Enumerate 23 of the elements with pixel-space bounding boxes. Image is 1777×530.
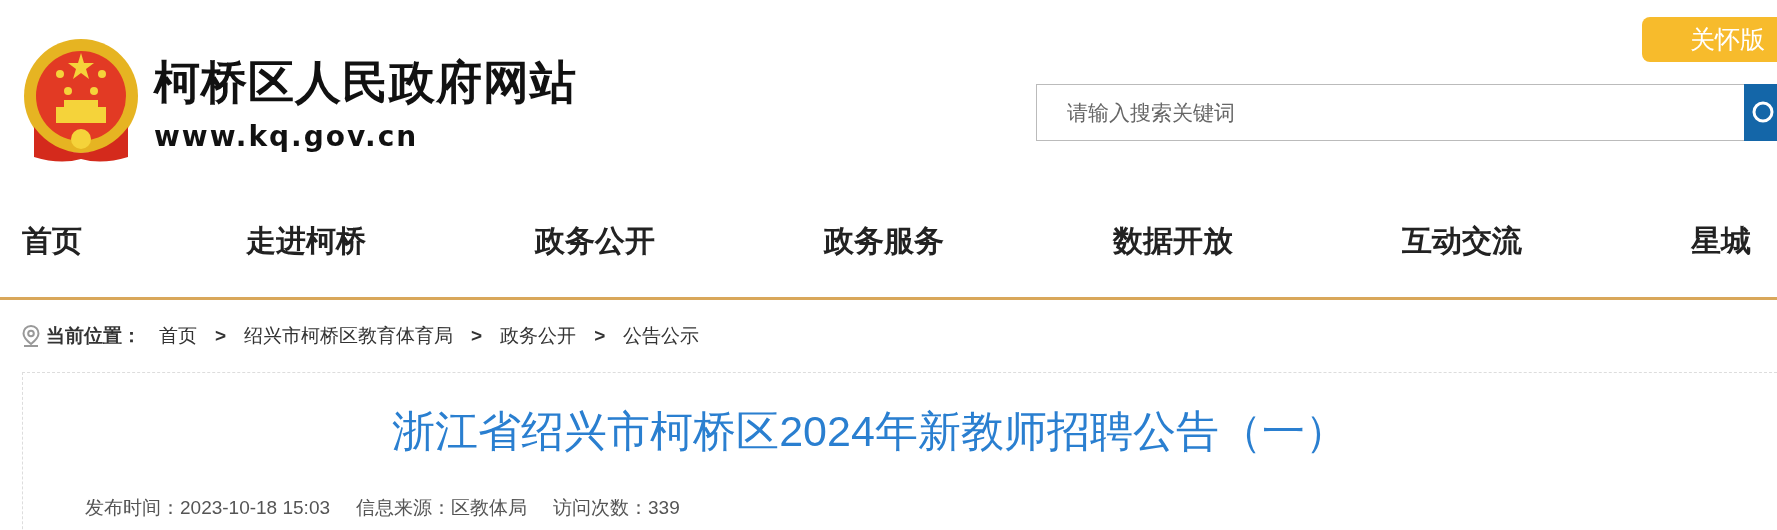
site-url: www.kq.gov.cn xyxy=(154,119,420,153)
article-meta: 信息来源：区教体局 xyxy=(356,496,527,520)
nav-item[interactable]: 星城 xyxy=(1691,221,1777,262)
nav-item[interactable]: 首页 xyxy=(22,221,246,262)
breadcrumb-link[interactable]: 首页 xyxy=(159,323,197,349)
site-title: 柯桥区人民政府网站 xyxy=(154,53,577,111)
nav-item[interactable]: 数据开放 xyxy=(1113,221,1402,262)
nav-item[interactable]: 走进柯桥 xyxy=(246,221,535,262)
breadcrumb-link[interactable]: 公告公示 xyxy=(623,323,700,349)
breadcrumb-separator: > xyxy=(471,325,483,347)
search-field[interactable]: 请输入搜索关键词 xyxy=(1036,84,1744,141)
breadcrumb-separator: > xyxy=(215,325,227,347)
article-meta: 发布时间：2023-10-18 15:03 xyxy=(85,496,330,520)
breadcrumb-link[interactable]: 绍兴市柯桥区教育体育局 xyxy=(244,323,454,349)
nav-item[interactable]: 互动交流 xyxy=(1402,221,1691,262)
nav-item[interactable]: 政务服务 xyxy=(824,221,1113,262)
article-meta: 访问次数：339 xyxy=(553,496,680,520)
article-title: 浙江省绍兴市柯桥区2024年新教师招聘公告（一） xyxy=(391,406,1349,457)
breadcrumb-link[interactable]: 政务公开 xyxy=(500,323,577,349)
location-pin-icon xyxy=(22,325,40,347)
breadcrumb-separator: > xyxy=(594,325,606,347)
nav-item[interactable]: 政务公开 xyxy=(535,221,824,262)
breadcrumb-label: 当前位置： xyxy=(46,324,141,348)
